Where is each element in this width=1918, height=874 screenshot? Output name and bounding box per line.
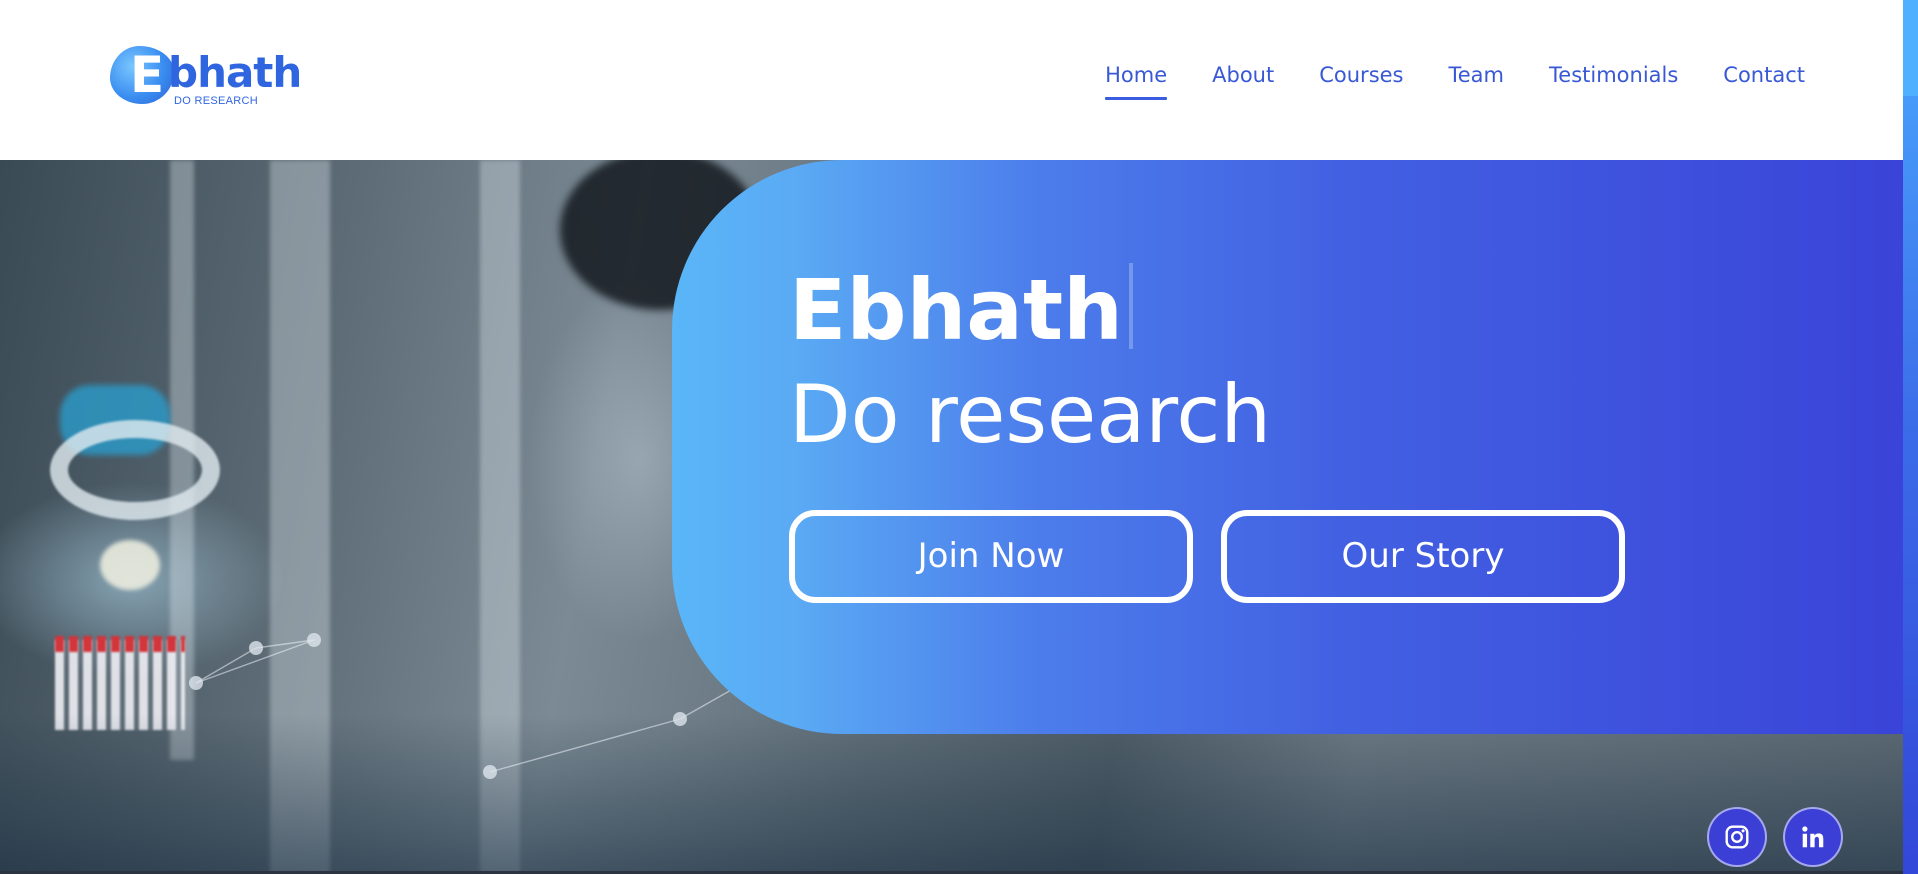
typing-cursor bbox=[1128, 263, 1133, 349]
instagram-icon bbox=[1725, 825, 1749, 849]
hero-panel: Ebhath Do research Join Now Our Story bbox=[672, 160, 1903, 734]
nav-item-about[interactable]: About bbox=[1212, 60, 1274, 100]
page-scrollbar[interactable] bbox=[1903, 0, 1918, 874]
nav-item-courses[interactable]: Courses bbox=[1319, 60, 1403, 100]
site-header: E bhath DO RESEARCH Home About Courses T… bbox=[0, 0, 1903, 160]
linkedin-icon bbox=[1802, 826, 1824, 848]
logo-tagline: DO RESEARCH bbox=[174, 95, 258, 107]
nav-item-testimonials[interactable]: Testimonials bbox=[1549, 60, 1678, 100]
logo[interactable]: E bhath DO RESEARCH bbox=[108, 44, 302, 110]
background-test-tube-caps bbox=[55, 636, 185, 652]
hero-subtitle: Do research bbox=[789, 368, 1272, 461]
hero-section: Ebhath Do research Join Now Our Story bbox=[0, 160, 1903, 874]
background-shade bbox=[0, 714, 1903, 874]
hero-title: Ebhath bbox=[789, 260, 1133, 360]
logo-letter: E bbox=[130, 46, 165, 104]
background-lab-ring bbox=[50, 420, 220, 520]
instagram-button[interactable] bbox=[1707, 807, 1767, 867]
scrollbar-thumb[interactable] bbox=[1903, 0, 1918, 96]
hero-title-text: Ebhath bbox=[789, 261, 1123, 359]
nav-item-home[interactable]: Home bbox=[1105, 60, 1168, 100]
main-nav: Home About Courses Team Testimonials Con… bbox=[1060, 60, 1805, 100]
page: E bhath DO RESEARCH Home About Courses T… bbox=[0, 0, 1918, 874]
nav-item-contact[interactable]: Contact bbox=[1723, 60, 1805, 100]
nav-item-team[interactable]: Team bbox=[1449, 60, 1505, 100]
logo-wordmark: bhath bbox=[168, 48, 302, 97]
linkedin-button[interactable] bbox=[1783, 807, 1843, 867]
background-lab-flower bbox=[100, 540, 160, 590]
join-now-button[interactable]: Join Now bbox=[789, 510, 1193, 603]
our-story-button[interactable]: Our Story bbox=[1221, 510, 1625, 603]
